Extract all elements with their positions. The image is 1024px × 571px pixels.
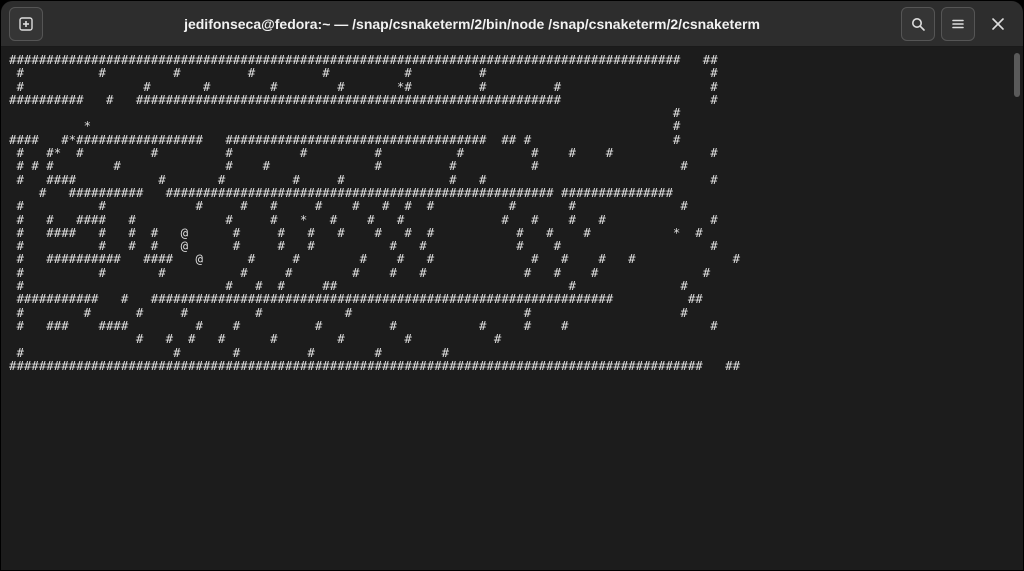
search-icon xyxy=(910,16,926,32)
new-tab-icon xyxy=(18,16,34,32)
window-title: jedifonseca@fedora:~ — /snap/csnaketerm/… xyxy=(49,16,895,32)
hamburger-icon xyxy=(950,16,966,32)
scrollbar-thumb[interactable] xyxy=(1014,53,1020,97)
terminal-window: jedifonseca@fedora:~ — /snap/csnaketerm/… xyxy=(0,0,1024,571)
close-button[interactable] xyxy=(981,7,1015,41)
terminal[interactable]: ########################################… xyxy=(9,53,1009,562)
menu-button[interactable] xyxy=(941,7,975,41)
titlebar: jedifonseca@fedora:~ — /snap/csnaketerm/… xyxy=(1,1,1023,47)
new-tab-button[interactable] xyxy=(9,7,43,41)
search-button[interactable] xyxy=(901,7,935,41)
close-icon xyxy=(991,17,1005,31)
terminal-viewport: ########################################… xyxy=(1,47,1023,570)
terminal-output: ########################################… xyxy=(9,53,1009,372)
